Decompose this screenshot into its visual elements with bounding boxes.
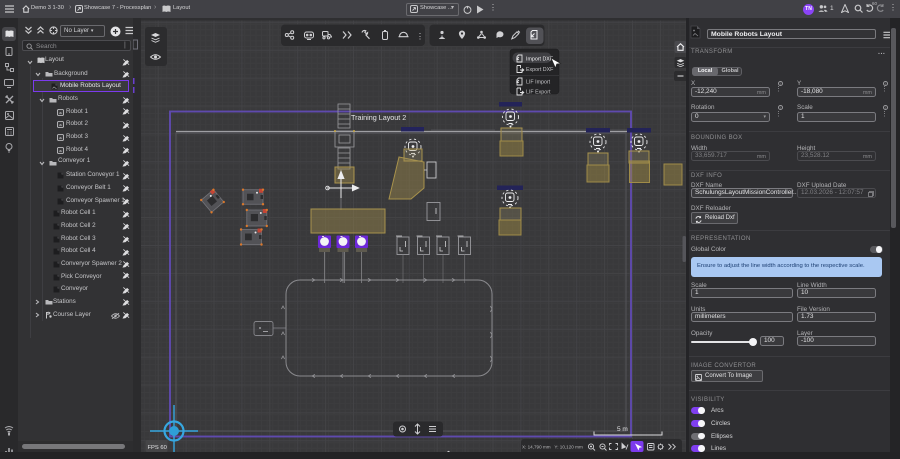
svg-text:Training Layout 2: Training Layout 2 bbox=[351, 113, 406, 122]
svg-text:⋮: ⋮ bbox=[416, 32, 424, 41]
svg-text:Export DXF: Export DXF bbox=[526, 67, 554, 73]
svg-text:X: 14,790 mm Y: 10,120 mm: X: 14,790 mm Y: 10,120 mm bbox=[522, 445, 583, 450]
svg-text:LIF Export: LIF Export bbox=[526, 90, 551, 96]
svg-text:Import DXF: Import DXF bbox=[526, 57, 554, 63]
svg-text:5 m: 5 m bbox=[617, 426, 628, 433]
svg-text:LIF Import: LIF Import bbox=[526, 80, 551, 86]
svg-text:FPS 60: FPS 60 bbox=[148, 445, 167, 451]
